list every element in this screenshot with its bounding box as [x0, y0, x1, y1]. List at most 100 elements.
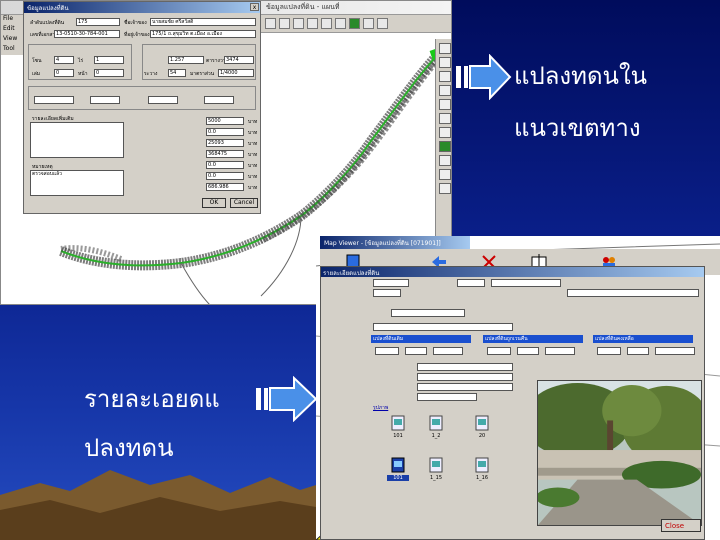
parcel-detail-titlebar: รายละเอียดแปลงที่ดิน	[321, 267, 704, 277]
tool-info-icon[interactable]	[439, 85, 451, 96]
cut-wa-field[interactable]	[545, 347, 575, 355]
caption-parcels-in-row-line1: แปลงทดนใน	[514, 62, 648, 90]
zone-field[interactable]: 4	[54, 56, 74, 64]
tool-print-icon[interactable]	[439, 183, 451, 194]
split-field-1[interactable]	[34, 96, 74, 104]
other-2-field[interactable]: 0.0	[206, 172, 244, 180]
orig-rai-field[interactable]	[375, 347, 399, 355]
owner-label: ชื่อเจ้าของ	[124, 20, 147, 26]
image-file-icon[interactable]	[475, 415, 489, 431]
detail-field-zone[interactable]	[457, 279, 485, 287]
image-file-icon[interactable]	[429, 457, 443, 473]
zone-label: โซน	[32, 58, 42, 64]
image-file-icon[interactable]	[475, 457, 489, 473]
remain-rai-field[interactable]	[597, 347, 621, 355]
section-header-original: แปลงที่ดินเดิม	[371, 335, 471, 343]
sheet-field[interactable]: 54	[168, 69, 186, 77]
split-field-4[interactable]	[204, 96, 234, 104]
file-label: 20	[478, 433, 486, 439]
parcel-photo	[537, 380, 702, 526]
right-arrow-icon	[256, 376, 318, 422]
tool-hand-icon[interactable]	[439, 57, 451, 68]
area-wa-field[interactable]: 3474	[224, 56, 254, 64]
value-pay-field[interactable]: 368475	[206, 150, 244, 158]
orig-ngan-field[interactable]	[405, 347, 427, 355]
cut-rai-field[interactable]	[487, 347, 511, 355]
unit-label: บาท	[248, 141, 258, 147]
area-rai-field[interactable]: 1.257	[168, 56, 204, 64]
orig-wa-field[interactable]	[433, 347, 463, 355]
address-field[interactable]: 175/1 ถ.สุขุมวิท ต.เมือง อ.เมือง	[150, 30, 256, 38]
detail-field-remark[interactable]	[373, 323, 513, 331]
cut-ngan-field[interactable]	[517, 347, 539, 355]
split-field-3[interactable]	[148, 96, 178, 104]
value-total-field[interactable]: 25093	[206, 139, 244, 147]
page-field[interactable]: 0	[94, 69, 124, 77]
scale-field[interactable]: 1/4000	[218, 69, 254, 77]
tool-search-icon[interactable]	[439, 113, 451, 124]
value-field-4[interactable]	[417, 393, 477, 401]
parcel-detail-title: รายละเอียดแปลงที่ดิน	[323, 270, 380, 277]
file-label: 1_2	[431, 433, 441, 439]
image-file-icon[interactable]	[429, 415, 443, 431]
value-field-1[interactable]	[417, 363, 513, 371]
unit-label: บาท	[248, 185, 258, 191]
section-header-remain: แปลงที่ดินคงเหลือ	[593, 335, 693, 343]
owner-field[interactable]: นายสมชัย ศรีสวัสดิ์	[150, 18, 256, 26]
unit-label: บาท	[248, 174, 258, 180]
remain-ngan-field[interactable]	[627, 347, 649, 355]
rai-label: ไร่	[78, 58, 84, 64]
ok-button[interactable]: OK	[202, 198, 226, 208]
split-field-2[interactable]	[90, 96, 120, 104]
rai-field[interactable]: 1	[94, 56, 124, 64]
file-label: 1_16	[475, 475, 489, 481]
selected-image-file-icon[interactable]	[391, 457, 405, 473]
doc-field[interactable]: 13-0510-30-784-001	[54, 30, 120, 38]
detail-field-book[interactable]	[373, 289, 401, 297]
close-button[interactable]: Close	[661, 519, 701, 532]
value-field-2[interactable]	[417, 373, 513, 381]
tool-edit-icon[interactable]	[439, 155, 451, 166]
file-label: 101	[387, 475, 409, 481]
wa-label: ตารางวา	[206, 58, 226, 64]
cancel-button[interactable]: Cancel	[230, 198, 258, 208]
detail-window-title: Map Viewer - [ข้อมูลแปลงที่ดิน [071901]]	[324, 240, 441, 247]
tool-label-icon[interactable]	[439, 169, 451, 180]
file-label: 1_15	[429, 475, 443, 481]
detail-field-doc[interactable]	[391, 309, 465, 317]
sheet-label: ระวาง	[144, 71, 158, 77]
tool-list-icon[interactable]	[439, 127, 451, 138]
detail-window-titlebar: Map Viewer - [ข้อมูลแปลงที่ดิน [071901]]	[320, 236, 470, 249]
other-1-field[interactable]: 0.0	[206, 161, 244, 169]
cut-area-field[interactable]: 5000	[206, 117, 244, 125]
close-icon[interactable]: x	[250, 3, 259, 11]
image-file-icon[interactable]	[391, 415, 405, 431]
tool-pointer-icon[interactable]	[439, 43, 451, 54]
parcel-id-field[interactable]: 175	[76, 18, 120, 26]
unit-label: บาท	[248, 130, 258, 136]
section-cut-label: แปลงที่ดินถูกเวนคืน	[485, 336, 528, 342]
total-value-field[interactable]: 686.986	[206, 183, 244, 191]
value-field-3[interactable]	[417, 383, 513, 391]
detail-field-address[interactable]	[567, 289, 699, 297]
tool-ruler-icon[interactable]	[439, 99, 451, 110]
detail-field-id[interactable]	[373, 279, 409, 287]
section-original-label: แปลงที่ดินเดิม	[373, 336, 404, 342]
remain-wa-field[interactable]	[655, 347, 695, 355]
book-field[interactable]: 0	[54, 69, 74, 77]
dialog-title: ข้อมูลแปลงที่ดิน	[27, 5, 69, 12]
remark-textarea[interactable]	[30, 122, 124, 158]
tool-zoom-icon[interactable]	[439, 71, 451, 82]
caption-parcel-detail-line2: ปลงทดน	[84, 434, 174, 462]
caption-parcel-detail-line1: รายละเอยดแ	[84, 385, 220, 413]
detail-window: Map Viewer - [ข้อมูลแปลงที่ดิน [071901]]…	[316, 236, 720, 540]
file-label: 101	[393, 433, 403, 439]
tool-layer-icon[interactable]	[439, 141, 451, 152]
address-label: ที่อยู่เจ้าของ	[124, 32, 150, 38]
remain-area-field[interactable]: 0.0	[206, 128, 244, 136]
dialog-titlebar: ข้อมูลแปลงที่ดิน x	[24, 2, 260, 13]
caption-parcels-in-row-line2: แนวเขตทาง	[514, 114, 641, 142]
detail-field-owner[interactable]	[491, 279, 561, 287]
note-field[interactable]: ตรวจสอบแล้ว	[30, 170, 124, 196]
parcel-detail-panel: รายละเอียดแปลงที่ดิน แปลงที่ดินเดิม แปลง…	[320, 266, 705, 540]
